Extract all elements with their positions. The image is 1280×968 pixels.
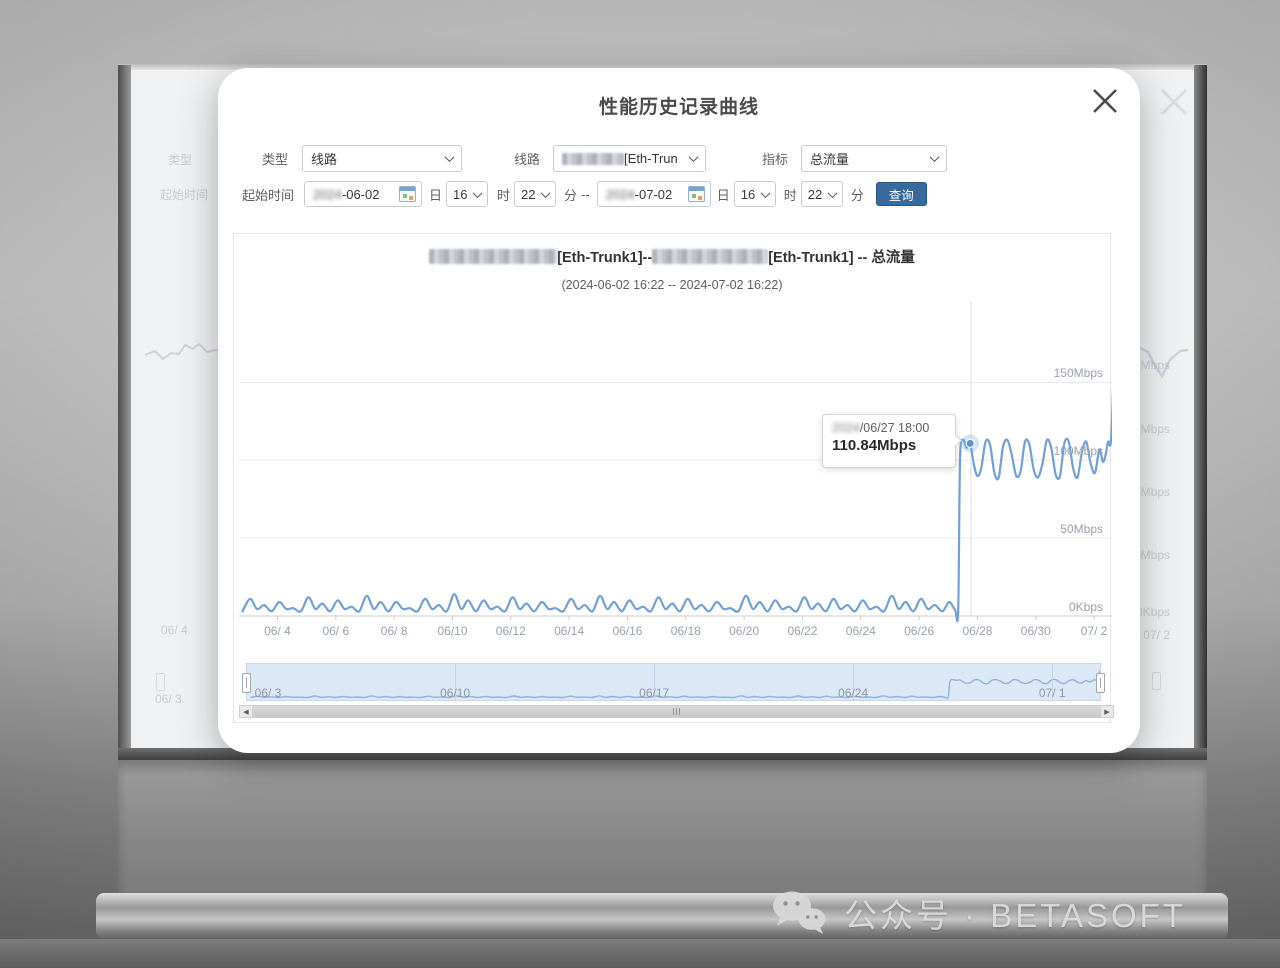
brush-tick-label: 06/17 [631, 686, 677, 700]
calendar-icon[interactable] [688, 186, 705, 202]
monitor-bezel-right [1194, 65, 1207, 758]
line-select[interactable]: [Eth-Trun [553, 145, 706, 172]
y-tick-label: 150Mbps [1023, 366, 1103, 380]
chevron-down-icon [930, 152, 940, 162]
performance-history-dialog: 性能历史记录曲线 类型 线路 线路 [Eth-Trun 指标 总流量 起始时间 … [218, 68, 1140, 753]
x-tick-label: 06/26 [895, 624, 943, 638]
chart-tooltip: 2024/06/27 18:00 110.84Mbps [822, 414, 956, 468]
horizontal-scrollbar[interactable]: ◀ ▶ [239, 705, 1114, 718]
monitor-stand [118, 760, 1207, 893]
x-tick-label: 06/30 [1012, 624, 1060, 638]
x-tick-label: 06/16 [603, 624, 651, 638]
watermark: 公众号 · BETASOFT [770, 883, 1186, 943]
minute-label: 分 [851, 185, 864, 204]
type-select-value: 线路 [311, 149, 337, 168]
brush-handle-right[interactable] [1096, 673, 1105, 693]
arrow-right-icon[interactable]: ▶ [1101, 706, 1113, 717]
filter-row-2: 起始时间 2024-06-02 日 16 时 22 分 -- 2024-07-0… [218, 181, 1140, 207]
line-label: 线路 [514, 149, 540, 168]
x-tick-label: 06/24 [837, 624, 885, 638]
type-select[interactable]: 线路 [302, 145, 462, 172]
day-label: 日 [429, 185, 442, 204]
chevron-down-icon [827, 188, 837, 198]
type-label: 类型 [262, 149, 288, 168]
x-tick-label: 06/18 [662, 624, 710, 638]
x-tick-label: 06/22 [778, 624, 826, 638]
x-tick-label: 06/ 8 [370, 624, 418, 638]
start-date-input[interactable]: 2024-06-02 [304, 181, 422, 207]
start-minute-select[interactable]: 22 [514, 181, 556, 207]
x-tick-label: 06/ 4 [253, 624, 301, 638]
brush-tick-label: 07/ 1 [1029, 686, 1075, 700]
start-time-label: 起始时间 [242, 185, 294, 204]
filter-row-1: 类型 线路 线路 [Eth-Trun 指标 总流量 [218, 145, 1140, 172]
arrow-left-icon[interactable]: ◀ [240, 706, 252, 717]
chart-container: [Eth-Trunk1]--[Eth-Trunk1] -- 总流量 (2024-… [233, 233, 1111, 723]
calendar-icon[interactable] [399, 186, 416, 202]
start-hour-select[interactable]: 16 [446, 181, 488, 207]
query-button[interactable]: 查询 [876, 182, 927, 206]
hour-label: 时 [784, 185, 797, 204]
brush-handle-left[interactable] [242, 673, 251, 693]
background-close-icon [1156, 84, 1192, 120]
redacted-device-name [562, 153, 624, 165]
background-start-time-label: 起始时间 [160, 186, 208, 203]
end-minute-select[interactable]: 22 [801, 181, 843, 207]
wechat-icon [770, 890, 828, 936]
close-icon[interactable] [1088, 84, 1122, 118]
end-date-input[interactable]: 2024-07-02 [597, 181, 711, 207]
background-brush-handle-right [1152, 672, 1161, 690]
y-tick-label: 100Mbps [1023, 444, 1103, 458]
x-tick-label: 06/12 [487, 624, 535, 638]
day-label: 日 [717, 185, 730, 204]
chevron-down-icon [445, 152, 455, 162]
grip-icon [671, 708, 683, 715]
x-tick-label: 06/14 [545, 624, 593, 638]
end-date-value: 2024-07-02 [606, 187, 673, 202]
range-separator: -- [581, 187, 590, 202]
metric-select-value: 总流量 [810, 149, 849, 168]
background-brush-handle [156, 673, 165, 691]
tooltip-value: 110.84Mbps [832, 437, 946, 454]
background-date-bottom: 06/ 3 [155, 692, 182, 706]
plot-area[interactable] [234, 234, 1112, 724]
line-select-value: [Eth-Trun [562, 151, 678, 166]
x-tick-label: 06/28 [953, 624, 1001, 638]
monitor-base: 公众号 · BETASOFT [96, 893, 1228, 939]
end-hour-select[interactable]: 16 [734, 181, 776, 207]
x-tick-label: 07/ 2 [1070, 624, 1118, 638]
brush-tick-label: 06/ 3 [245, 686, 291, 700]
watermark-text: 公众号 · BETASOFT [844, 889, 1186, 937]
monitor-bezel-left [118, 65, 131, 758]
y-tick-label: 50Mbps [1023, 522, 1103, 536]
dialog-title: 性能历史记录曲线 [218, 92, 1140, 119]
metric-label: 指标 [762, 149, 788, 168]
metric-select[interactable]: 总流量 [801, 145, 947, 172]
background-date-top: 06/ 4 [161, 623, 188, 637]
brush-tick-label: 06/24 [830, 686, 876, 700]
x-tick-label: 06/20 [720, 624, 768, 638]
tooltip-time: 2024/06/27 18:00 [832, 421, 946, 435]
hour-label: 时 [497, 185, 510, 204]
chevron-down-icon [689, 152, 699, 162]
minute-label: 分 [564, 185, 577, 204]
chevron-down-icon [541, 188, 551, 198]
datazoom-brush[interactable]: 06/ 3 06/10 06/17 06/24 07/ 1 [246, 663, 1101, 701]
start-date-value: 2024-06-02 [313, 187, 380, 202]
background-type-label: 类型 [168, 151, 192, 168]
y-tick-label: 0Kbps [1023, 600, 1103, 614]
chevron-down-icon [760, 188, 770, 198]
x-tick-label: 06/10 [428, 624, 476, 638]
chevron-down-icon [473, 188, 483, 198]
x-tick-label: 06/ 6 [312, 624, 360, 638]
floor [0, 939, 1280, 968]
scrollbar-thumb[interactable] [252, 706, 1101, 717]
brush-tick-label: 06/10 [432, 686, 478, 700]
